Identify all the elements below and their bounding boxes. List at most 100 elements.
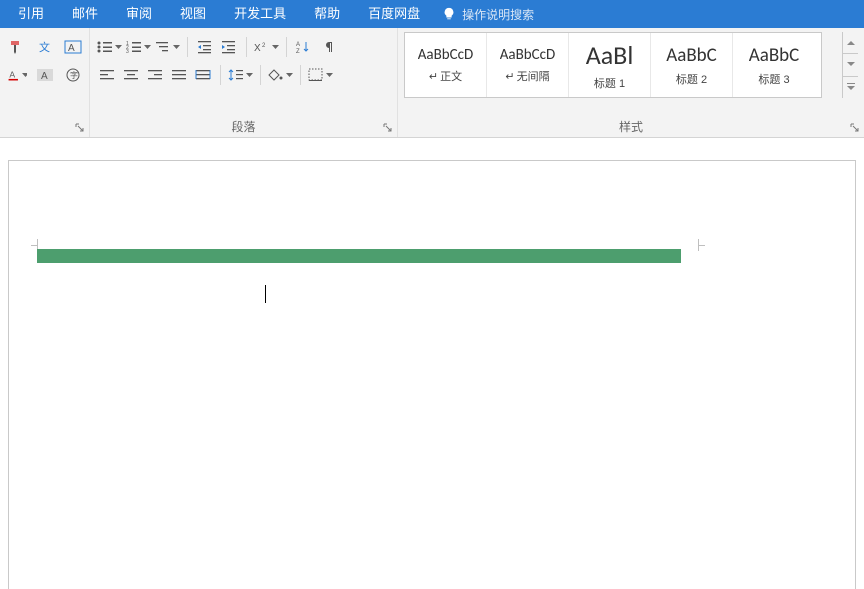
styles-scroll-down[interactable] — [843, 54, 858, 76]
svg-text:2: 2 — [262, 43, 266, 49]
margin-guide — [698, 239, 699, 251]
borders-button[interactable] — [307, 64, 334, 86]
style-preview: AaBbCcD — [418, 46, 473, 64]
style-preview: AaBbC — [666, 44, 717, 67]
paragraph-dialog-launcher[interactable] — [381, 121, 395, 135]
multilevel-list-button[interactable] — [154, 36, 181, 58]
tab-baidu-netdisk[interactable]: 百度网盘 — [354, 0, 434, 28]
chevron-down-icon — [22, 73, 27, 78]
svg-text:A: A — [9, 69, 15, 79]
justify-button[interactable] — [168, 64, 190, 86]
tab-view[interactable]: 视图 — [166, 0, 220, 28]
asian-layout-icon: X2 — [254, 40, 270, 54]
tab-review[interactable]: 审阅 — [112, 0, 166, 28]
separator — [300, 65, 301, 85]
styles-scroll-up[interactable] — [843, 32, 858, 54]
decrease-indent-button[interactable] — [194, 36, 216, 58]
format-painter-button[interactable] — [6, 36, 28, 58]
style-normal[interactable]: AaBbCcD ↵正文 — [405, 33, 487, 97]
distributed-icon — [195, 68, 211, 82]
text-cursor — [265, 285, 266, 303]
line-spacing-button[interactable] — [227, 64, 254, 86]
dialog-launcher-icon — [383, 123, 393, 133]
paragraph-group: 123 X2 — [90, 28, 398, 137]
separator — [246, 37, 247, 57]
tab-references[interactable]: 引用 — [4, 0, 58, 28]
numbering-icon: 123 — [126, 40, 142, 54]
multilevel-list-icon — [155, 40, 171, 54]
borders-icon — [308, 68, 324, 82]
sort-button[interactable]: AZ — [293, 36, 315, 58]
style-heading3[interactable]: AaBbC 标题 3 — [733, 33, 815, 97]
chevron-down-icon — [286, 73, 293, 78]
decrease-indent-icon — [197, 40, 213, 54]
tab-mailings[interactable]: 邮件 — [58, 0, 112, 28]
align-right-button[interactable] — [144, 64, 166, 86]
sort-icon: AZ — [296, 40, 312, 54]
tell-me-search[interactable]: 操作说明搜索 — [442, 6, 534, 23]
style-no-spacing[interactable]: AaBbCcD ↵无间隔 — [487, 33, 569, 97]
align-center-button[interactable] — [120, 64, 142, 86]
styles-gallery: AaBbCcD ↵正文 AaBbCcD ↵无间隔 AaBl 标题 1 AaBbC… — [404, 32, 822, 98]
font-dialog-launcher[interactable] — [73, 121, 87, 135]
align-right-icon — [147, 68, 163, 82]
style-heading1[interactable]: AaBl 标题 1 — [569, 33, 651, 97]
styles-expand[interactable] — [843, 77, 858, 98]
tab-help[interactable]: 帮助 — [300, 0, 354, 28]
ribbon-body: 文 A A A 字 — [0, 28, 864, 138]
highlight-button[interactable]: A — [34, 64, 56, 86]
separator — [187, 37, 188, 57]
styles-dialog-launcher[interactable] — [848, 121, 862, 135]
style-name: 标题 2 — [676, 71, 707, 87]
asian-layout-button[interactable]: X2 — [253, 36, 280, 58]
svg-text:3: 3 — [126, 49, 129, 54]
phonetic-guide-icon: 文 — [37, 39, 53, 55]
chevron-down-icon — [246, 73, 253, 78]
separator — [260, 65, 261, 85]
font-color-button[interactable]: A — [6, 64, 28, 86]
character-border-icon: A — [64, 39, 82, 55]
tell-me-label: 操作说明搜索 — [462, 6, 534, 23]
chevron-down-icon — [847, 62, 855, 67]
style-preview: AaBbC — [749, 44, 800, 67]
bullets-button[interactable] — [96, 36, 123, 58]
chevron-down-icon — [115, 45, 122, 50]
increase-indent-icon — [221, 40, 237, 54]
style-preview: AaBbCcD — [500, 46, 555, 64]
line-spacing-icon — [228, 68, 244, 82]
font-group: 文 A A A 字 — [0, 28, 90, 137]
bullets-icon — [97, 40, 113, 54]
styles-scroll — [842, 32, 858, 98]
format-painter-icon — [9, 39, 25, 55]
style-name: ↵无间隔 — [505, 68, 549, 84]
character-border-button[interactable]: A — [62, 36, 84, 58]
align-center-icon — [123, 68, 139, 82]
dialog-launcher-icon — [850, 123, 860, 133]
svg-text:A: A — [68, 43, 75, 54]
document-area[interactable] — [0, 138, 864, 589]
chevron-down-icon — [144, 45, 151, 50]
enclose-characters-button[interactable]: 字 — [62, 64, 84, 86]
shading-button[interactable] — [267, 64, 294, 86]
justify-icon — [171, 68, 187, 82]
align-left-button[interactable] — [96, 64, 118, 86]
tab-developer[interactable]: 开发工具 — [220, 0, 300, 28]
header-text — [37, 249, 681, 263]
distributed-button[interactable] — [192, 64, 214, 86]
numbering-button[interactable]: 123 — [125, 36, 152, 58]
paragraph-group-label: 段落 — [90, 118, 397, 135]
style-preview: AaBl — [586, 39, 634, 71]
chevron-down-icon — [173, 45, 180, 50]
chevron-down-icon — [326, 73, 333, 78]
document-page[interactable] — [8, 160, 856, 589]
separator — [286, 37, 287, 57]
style-heading2[interactable]: AaBbC 标题 2 — [651, 33, 733, 97]
show-paragraph-marks-button[interactable] — [317, 36, 339, 58]
increase-indent-button[interactable] — [218, 36, 240, 58]
style-name: 标题 1 — [594, 75, 625, 91]
svg-text:X: X — [254, 43, 261, 54]
pilcrow-icon — [321, 40, 335, 54]
svg-text:A: A — [296, 42, 300, 48]
style-name: 标题 3 — [758, 71, 789, 87]
phonetic-guide-button[interactable]: 文 — [34, 36, 56, 58]
